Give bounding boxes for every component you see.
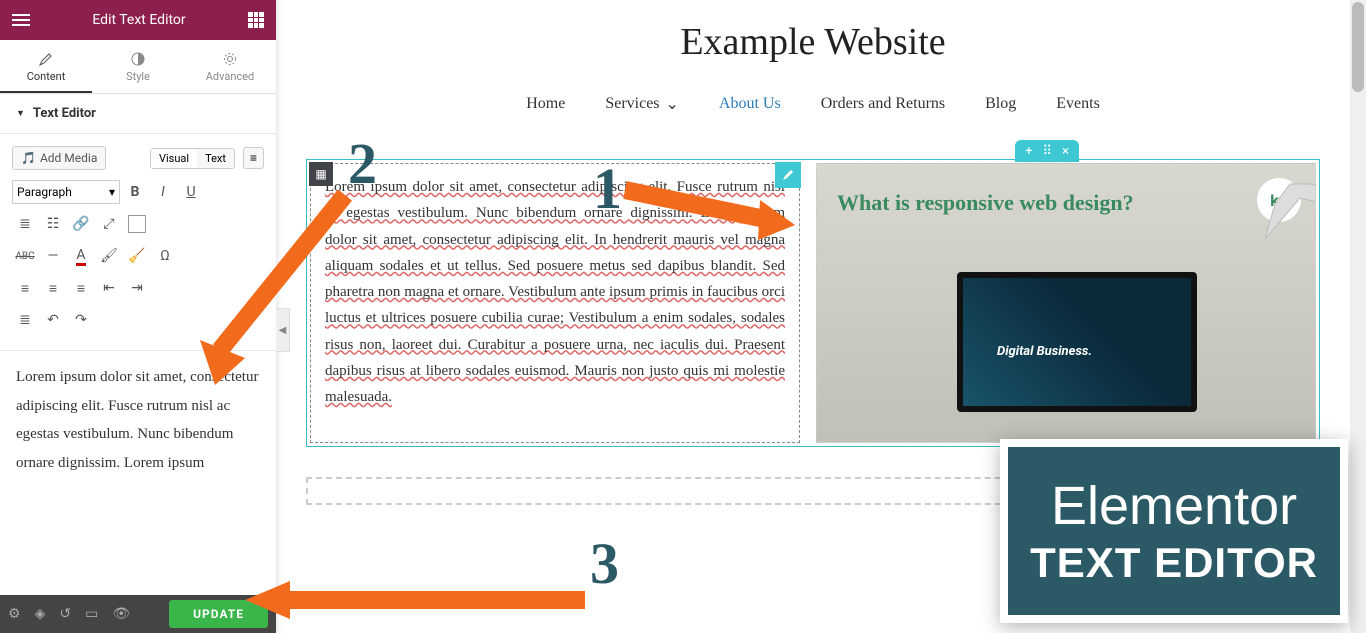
navigator-icon[interactable]: ◈ xyxy=(35,606,46,622)
panel-tabs: Content Style Advanced xyxy=(0,40,276,94)
add-media-label: Add Media xyxy=(40,151,97,165)
chevron-down-icon: ⌄ xyxy=(666,94,679,114)
banner-headline: What is responsive web design? xyxy=(837,190,1134,216)
text-color-button[interactable] xyxy=(124,210,150,238)
mode-visual[interactable]: Visual xyxy=(151,149,197,168)
nav-events[interactable]: Events xyxy=(1056,94,1100,114)
tab-advanced-label: Advanced xyxy=(206,70,254,83)
nav-services-label: Services xyxy=(605,95,659,113)
outdent-button[interactable]: ⇤ xyxy=(96,274,122,302)
arrow-2 xyxy=(190,190,360,390)
tab-content-label: Content xyxy=(27,70,66,83)
section-text-editor[interactable]: Text Editor xyxy=(0,94,276,134)
arrow-3 xyxy=(240,575,590,625)
mode-text[interactable]: Text xyxy=(197,149,234,168)
tab-advanced[interactable]: Advanced xyxy=(184,40,276,93)
undo-button[interactable]: ↶ xyxy=(40,306,66,334)
column-handle-icon[interactable]: ▦ xyxy=(309,162,333,186)
banner-subtext: Digital Business. xyxy=(997,344,1092,359)
nav-about[interactable]: About Us xyxy=(719,94,781,114)
text-color-a-button[interactable]: A xyxy=(68,242,94,270)
nav-home[interactable]: Home xyxy=(526,94,565,114)
align-left-button[interactable]: ≡ xyxy=(12,274,38,302)
bg-color-button[interactable]: 🖌 xyxy=(96,242,122,270)
link-button[interactable]: 🔗 xyxy=(68,210,94,238)
nav-blog[interactable]: Blog xyxy=(985,94,1016,114)
panel-footer: ⚙ ◈ ↺ ▭ 👁 UPDATE xyxy=(0,595,276,633)
responsive-icon[interactable]: ▭ xyxy=(85,606,98,622)
chevron-down-icon: ▾ xyxy=(109,185,115,199)
canvas: + ⠿ × ▦ Lorem ipsum dolor sit amet, cons… xyxy=(276,129,1350,447)
menu-icon[interactable] xyxy=(12,11,30,29)
widgets-icon[interactable] xyxy=(248,12,264,28)
add-media-button[interactable]: 🎵 Add Media xyxy=(12,146,106,170)
preview-icon[interactable]: 👁 xyxy=(112,606,130,622)
distraction-free-icon[interactable]: ≡ xyxy=(243,147,264,169)
nav-services[interactable]: Services ⌄ xyxy=(605,94,679,114)
panel-header: Edit Text Editor xyxy=(0,0,276,40)
image-widget[interactable]: What is responsive web design? kd Digita… xyxy=(816,163,1316,443)
paragraph-select-label: Paragraph xyxy=(17,185,72,199)
tab-style-label: Style xyxy=(126,70,150,83)
badge-line2: TEXT EDITOR xyxy=(1030,539,1318,587)
drag-icon[interactable]: ⠿ xyxy=(1043,144,1053,159)
close-icon[interactable]: × xyxy=(1062,144,1069,159)
media-icon: 🎵 xyxy=(21,151,36,165)
badge-line1: Elementor xyxy=(1030,475,1318,537)
annotation-3: 3 xyxy=(590,530,619,597)
site-nav: Home Services ⌄ About Us Orders and Retu… xyxy=(276,74,1350,129)
gear-icon xyxy=(223,52,237,66)
fullscreen-button[interactable]: ⤢ xyxy=(96,210,122,238)
lamp-illustration xyxy=(1255,163,1316,244)
special-char-button[interactable]: Ω xyxy=(152,242,178,270)
editor-mode-tabs: Visual Text xyxy=(150,148,235,169)
annotation-2: 2 xyxy=(348,130,377,197)
section-outline[interactable]: + ⠿ × ▦ Lorem ipsum dolor sit amet, cons… xyxy=(306,159,1320,447)
strike-button[interactable]: ABC xyxy=(12,242,38,270)
hr-button[interactable]: — xyxy=(40,242,66,270)
title-badge: Elementor TEXT EDITOR xyxy=(1000,439,1348,623)
section-label: Text Editor xyxy=(33,106,96,121)
settings-icon[interactable]: ⚙ xyxy=(8,606,21,622)
history-icon[interactable]: ↺ xyxy=(59,606,71,622)
redo-button[interactable]: ↷ xyxy=(68,306,94,334)
indent-button[interactable]: ⇥ xyxy=(124,274,150,302)
align-center-button[interactable]: ≡ xyxy=(40,274,66,302)
page-scrollbar[interactable] xyxy=(1350,0,1366,633)
nav-orders[interactable]: Orders and Returns xyxy=(821,94,945,114)
arrow-1 xyxy=(620,175,800,245)
annotation-1: 1 xyxy=(593,155,622,222)
align-right-button[interactable]: ≡ xyxy=(68,274,94,302)
section-handle[interactable]: + ⠿ × xyxy=(1015,140,1079,162)
paragraph-select[interactable]: Paragraph ▾ xyxy=(12,180,120,204)
tab-content[interactable]: Content xyxy=(0,40,92,93)
style-icon xyxy=(131,52,145,66)
pencil-icon xyxy=(39,52,53,66)
plus-icon[interactable]: + xyxy=(1025,144,1032,159)
panel-title: Edit Text Editor xyxy=(30,12,248,28)
align-justify-button[interactable]: ≣ xyxy=(12,306,38,334)
italic-button[interactable]: I xyxy=(150,178,176,206)
tab-style[interactable]: Style xyxy=(92,40,184,93)
bold-button[interactable]: B xyxy=(122,178,148,206)
devices-illustration: Digital Business. xyxy=(867,272,1265,422)
site-title: Example Website xyxy=(276,0,1350,74)
number-list-button[interactable]: ☷ xyxy=(40,210,66,238)
clear-format-button[interactable]: 🧹 xyxy=(124,242,150,270)
bullet-list-button[interactable]: ≣ xyxy=(12,210,38,238)
